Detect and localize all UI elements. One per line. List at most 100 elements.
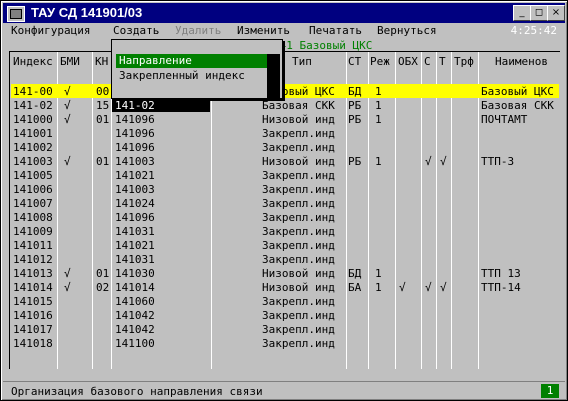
- cell-code: 141096: [115, 141, 155, 154]
- cell-bmi: √: [64, 155, 71, 168]
- cell-code: 141014: [115, 281, 155, 294]
- col-index[interactable]: Индекс: [13, 55, 53, 68]
- cell-code: 141096: [115, 113, 155, 126]
- menu-create[interactable]: Создать: [113, 24, 159, 37]
- app-icon[interactable]: [7, 6, 25, 22]
- menu-shadow: [267, 54, 280, 98]
- cell-code: 141003: [115, 183, 155, 196]
- cell-index: 141005: [13, 169, 53, 182]
- menu-item-fixed-index[interactable]: Закрепленный индекс: [119, 69, 245, 82]
- cell-type: Закрепл.инд: [262, 295, 335, 308]
- cell-mode: 1: [375, 267, 382, 280]
- cell-type: Закрепл.инд: [262, 211, 335, 224]
- cell-mode: 1: [375, 155, 382, 168]
- cell-index: 141002: [13, 141, 53, 154]
- cell-t: √: [440, 281, 447, 294]
- cell-name: ТТП-3: [481, 155, 515, 168]
- menu-delete[interactable]: Удалить: [175, 24, 221, 37]
- cell-type: Закрепл.инд: [262, 323, 335, 336]
- col-bmi[interactable]: БМИ: [60, 55, 80, 68]
- cell-type: Базовая СКК: [262, 99, 335, 112]
- cell-c: √: [425, 155, 432, 168]
- page-number: 1: [541, 384, 559, 398]
- cell-st: РБ: [348, 155, 362, 168]
- window-title: ТАУ СД 141901/03: [31, 5, 143, 20]
- cell-name: ТТП 13: [481, 267, 521, 280]
- cell-code: 141042: [115, 309, 155, 322]
- col-st[interactable]: СТ: [348, 55, 361, 68]
- cell-index: 141008: [13, 211, 53, 224]
- cell-type: Низовой инд: [262, 113, 335, 126]
- cell-index: 141014: [13, 281, 53, 294]
- title-bar: ТАУ СД 141901/03 _ ◻ ×: [3, 3, 565, 23]
- cell-code: 141030: [115, 267, 155, 280]
- cell-type: Низовой инд: [262, 281, 335, 294]
- cell-mode: 1: [375, 99, 382, 112]
- menu-item-direction[interactable]: Направление: [116, 54, 268, 68]
- col-name[interactable]: Наименов: [495, 55, 548, 68]
- cell-t: √: [440, 155, 447, 168]
- cell-mode: 1: [375, 85, 382, 98]
- cell-name: Базовая СКК: [481, 99, 554, 112]
- menu-edit[interactable]: Изменить: [237, 24, 290, 37]
- col-type[interactable]: Тип: [292, 55, 312, 68]
- cell-type: Закрепл.инд: [262, 239, 335, 252]
- cell-kn: 15: [96, 99, 110, 112]
- cell-st: РБ: [348, 113, 362, 126]
- cell-index: 141007: [13, 197, 53, 210]
- cell-code: 141096: [115, 127, 155, 140]
- cell-kn: 01: [96, 155, 110, 168]
- cell-type: Закрепл.инд: [262, 169, 335, 182]
- cell-code: 141060: [115, 295, 155, 308]
- status-text: Организация базового направления связи: [11, 385, 263, 398]
- cell-st: БД: [348, 267, 362, 280]
- data-table: Индекс БМИ КН Тип СТ Реж ОБХ С Т Трф Наи…: [9, 51, 560, 369]
- cell-index: 141013: [13, 267, 53, 280]
- cell-type: Закрепл.инд: [262, 253, 335, 266]
- cell-index: 141-00: [13, 85, 53, 98]
- cell-index: 141017: [13, 323, 53, 336]
- cell-code: 141003: [115, 155, 155, 168]
- cell-code: 141031: [115, 225, 155, 238]
- cell-index: 141016: [13, 309, 53, 322]
- cell-type: Закрепл.инд: [262, 183, 335, 196]
- cell-index: 141000: [13, 113, 53, 126]
- cell-st: РБ: [348, 99, 362, 112]
- cell-bmi: √: [64, 113, 71, 126]
- cell-code: 141021: [115, 169, 155, 182]
- cell-code: 141-02: [115, 99, 155, 112]
- cell-code: 141100: [115, 337, 155, 350]
- cell-name: Базовый ЦКС: [481, 85, 554, 98]
- cell-st: БА: [348, 281, 362, 294]
- cell-mode: 1: [375, 113, 382, 126]
- col-t[interactable]: Т: [439, 55, 446, 68]
- cell-index: 141011: [13, 239, 53, 252]
- cell-bmi: √: [64, 281, 71, 294]
- col-obh[interactable]: ОБХ: [398, 55, 418, 68]
- cell-kn: 01: [96, 113, 110, 126]
- cell-code: 141042: [115, 323, 155, 336]
- cell-code: 141031: [115, 253, 155, 266]
- close-icon[interactable]: ×: [547, 5, 565, 21]
- cell-type: Закрепл.инд: [262, 309, 335, 322]
- cell-st: БД: [348, 85, 362, 98]
- col-trf[interactable]: Трф: [454, 55, 474, 68]
- cell-code: 141096: [115, 211, 155, 224]
- col-mode[interactable]: Реж: [370, 55, 390, 68]
- menu-bar: Конфигурация Создать Удалить Изменить Пе…: [3, 23, 565, 39]
- cell-c: √: [425, 281, 432, 294]
- menu-return[interactable]: Вернуться: [377, 24, 437, 37]
- cell-type: Закрепл.инд: [262, 337, 335, 350]
- col-c[interactable]: С: [424, 55, 431, 68]
- col-kn[interactable]: КН: [95, 55, 108, 68]
- restore-icon[interactable]: ◻: [530, 5, 548, 21]
- menu-configuration[interactable]: Конфигурация: [11, 24, 90, 37]
- app-window: ТАУ СД 141901/03 _ ◻ × Конфигурация Созд…: [0, 0, 568, 401]
- menu-print[interactable]: Печатать: [309, 24, 362, 37]
- minimize-icon[interactable]: _: [513, 5, 531, 21]
- cell-type: Закрепл.инд: [262, 127, 335, 140]
- cell-index: 141003: [13, 155, 53, 168]
- cell-type: Закрепл.инд: [262, 141, 335, 154]
- cell-bmi: √: [64, 99, 71, 112]
- cell-bmi: √: [64, 267, 71, 280]
